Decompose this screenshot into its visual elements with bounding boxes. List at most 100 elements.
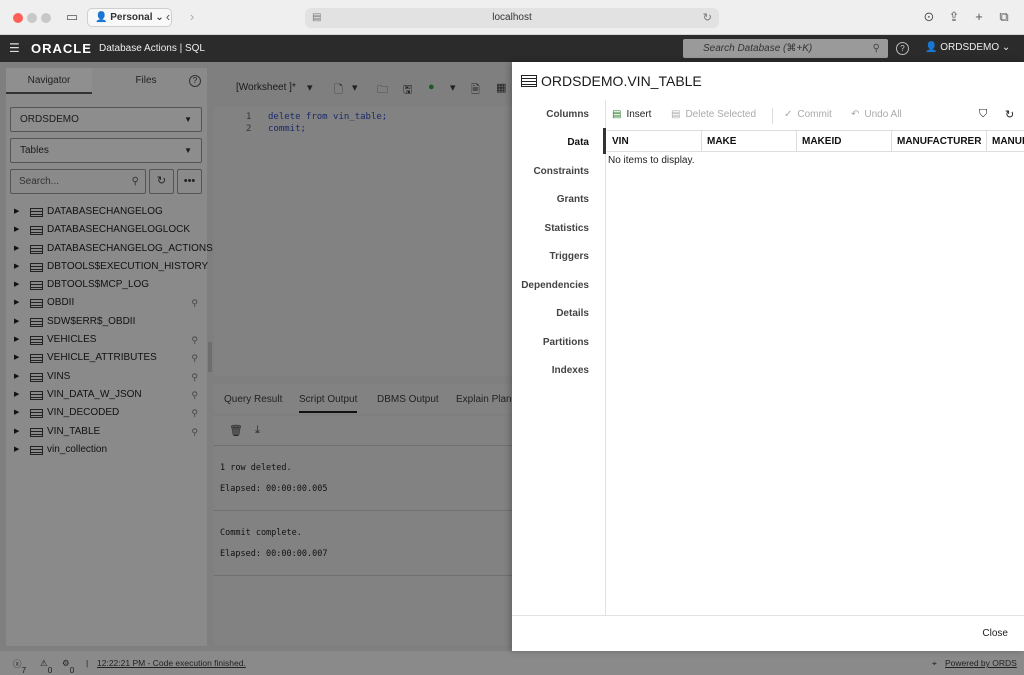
status-message[interactable]: 12:22:21 PM - Code execution finished. [97,658,246,668]
expand-icon[interactable]: ▶ [14,313,19,331]
nav-constraints[interactable]: Constraints [533,166,589,177]
error-count[interactable]: ⓧ 7 [13,658,26,675]
warning-count[interactable]: ⚠ 0 [40,658,52,675]
share-icon[interactable]: ⇪ [946,9,962,25]
run-icon[interactable]: ● [428,81,435,93]
menu-icon[interactable]: ☰ [9,41,20,55]
user-menu[interactable]: 👤 ORDSDEMO ⌄ [925,42,1010,53]
expand-icon[interactable]: ▶ [14,386,19,404]
profile-button[interactable]: 👤 Personal ⌄ [87,8,172,27]
object-type-select[interactable]: Tables ▼ [10,138,202,163]
close-button[interactable]: Close [982,628,1008,639]
page-settings-icon[interactable]: ▤ [312,8,321,28]
run-caret-icon[interactable]: ▾ [450,81,456,94]
expand-icon[interactable]: ▶ [14,331,19,349]
expand-icon[interactable]: ▶ [14,423,19,441]
expand-icon[interactable]: ▶ [14,441,19,459]
nav-triggers[interactable]: Triggers [550,251,589,262]
tab-explain-plan[interactable]: Explain Plan [456,394,512,405]
nav-data[interactable]: Data [567,137,589,148]
expand-icon[interactable]: ▶ [14,221,19,239]
nav-indexes[interactable]: Indexes [552,365,589,376]
expand-icon[interactable]: ▶ [14,203,19,221]
worksheet-menu-caret-icon[interactable]: ▾ [307,81,313,94]
zoom-window-button[interactable] [41,13,51,23]
expand-icon[interactable]: ▶ [14,349,19,367]
expand-icon[interactable]: ▶ [14,368,19,386]
code-editor[interactable]: 1 delete from vin_table; 2 commit; [214,106,514,376]
insert-button[interactable]: ▤ Insert [612,109,651,120]
tree-item[interactable]: ▶ VIN_DATA_W_JSON ⚲ [10,386,202,404]
open-folder-icon[interactable]: 🗀 [377,81,388,100]
column-header-vin[interactable]: VIN [607,131,702,152]
nav-grants[interactable]: Grants [557,194,589,205]
downloads-icon[interactable]: ⊙ [921,9,937,25]
delete-selected-button[interactable]: ▤ Delete Selected [671,109,756,120]
sidebar-toggle-icon[interactable]: ▭ [64,9,80,25]
worksheet-title[interactable]: [Worksheet ]* [236,82,296,93]
navigator-help-icon[interactable]: ? [189,75,201,87]
help-icon[interactable]: ? [896,42,909,55]
tab-overview-icon[interactable]: ⧉ [996,9,1012,25]
address-bar[interactable]: ▤ localhost ↻ [305,8,719,28]
tree-item[interactable]: ▶ DATABASECHANGELOG [10,203,202,221]
powered-by-link[interactable]: Powered by ORDS [945,658,1017,668]
more-actions-button[interactable]: ••• [177,169,202,194]
new-worksheet-icon[interactable]: 🗋 [334,81,343,100]
column-header-make[interactable]: MAKE [702,131,797,152]
pin-icon[interactable]: ⚲ [191,349,198,367]
column-header-manufacturerid[interactable]: MANUFACTURERID [987,131,1024,152]
tree-item[interactable]: ▶ VINS ⚲ [10,368,202,386]
tree-item[interactable]: ▶ OBDII ⚲ [10,294,202,312]
tree-item[interactable]: ▶ vin_collection [10,441,202,459]
back-icon[interactable]: ‹ [160,9,176,25]
refresh-button[interactable]: ↻ [149,169,174,194]
tree-item[interactable]: ▶ DBTOOLS$MCP_LOG [10,276,202,294]
explain-plan-icon[interactable]: ▦ [496,81,506,94]
new-tab-icon[interactable]: + [971,9,987,25]
tab-files[interactable]: Files [116,68,176,94]
pin-icon[interactable]: ⚲ [191,368,198,386]
nav-partitions[interactable]: Partitions [543,337,589,348]
tree-item[interactable]: ▶ VIN_TABLE ⚲ [10,423,202,441]
pin-icon[interactable]: ⚲ [191,331,198,349]
trash-icon[interactable]: 🗑 [229,424,243,437]
database-search-input[interactable]: Search Database (⌘+K) ⚲ [683,39,888,58]
expand-icon[interactable]: ▶ [14,404,19,422]
minimize-window-button[interactable] [27,13,37,23]
nav-dependencies[interactable]: Dependencies [521,280,589,291]
pin-icon[interactable]: ⚲ [191,404,198,422]
new-worksheet-caret-icon[interactable]: ▾ [352,81,358,94]
tree-item[interactable]: ▶ VEHICLE_ATTRIBUTES ⚲ [10,349,202,367]
commit-button[interactable]: ✓ Commit [784,109,832,120]
nav-columns[interactable]: Columns [546,109,589,120]
schema-select[interactable]: ORDSDEMO ▼ [10,107,202,132]
splitter-handle[interactable] [208,342,212,372]
tab-query-result[interactable]: Query Result [224,394,282,405]
nav-details[interactable]: Details [556,308,589,319]
navigator-search-input[interactable]: Search... ⚲ [10,169,146,194]
tab-script-output[interactable]: Script Output [299,394,358,413]
jobs-count[interactable]: ⚙ 0 [62,658,74,675]
refresh-icon[interactable]: ↻ [1005,108,1014,121]
column-header-makeid[interactable]: MAKEID [797,131,892,152]
tab-dbms-output[interactable]: DBMS Output [377,394,439,405]
tab-navigator[interactable]: Navigator [6,68,92,94]
expand-icon[interactable]: ▶ [14,294,19,312]
forward-icon[interactable]: › [184,9,200,25]
close-window-button[interactable] [13,13,23,23]
run-script-icon[interactable]: 🗎 [471,81,480,100]
tree-item[interactable]: ▶ VEHICLES ⚲ [10,331,202,349]
tree-item[interactable]: ▶ VIN_DECODED ⚲ [10,404,202,422]
expand-icon[interactable]: ▶ [14,258,19,276]
reload-icon[interactable]: ↻ [703,8,712,28]
pin-icon[interactable]: ⚲ [191,386,198,404]
undo-all-button[interactable]: ↶ Undo All [851,109,902,120]
tree-item[interactable]: ▶ SDW$ERR$_OBDII [10,313,202,331]
column-header-manufacturer[interactable]: MANUFACTURER [892,131,987,152]
download-icon[interactable]: ⤓ [255,424,260,437]
expand-icon[interactable]: ▶ [14,240,19,258]
expand-icon[interactable]: ▶ [14,276,19,294]
tree-item[interactable]: ▶ DATABASECHANGELOGLOCK [10,221,202,239]
save-icon[interactable]: 🖫 [403,81,412,100]
